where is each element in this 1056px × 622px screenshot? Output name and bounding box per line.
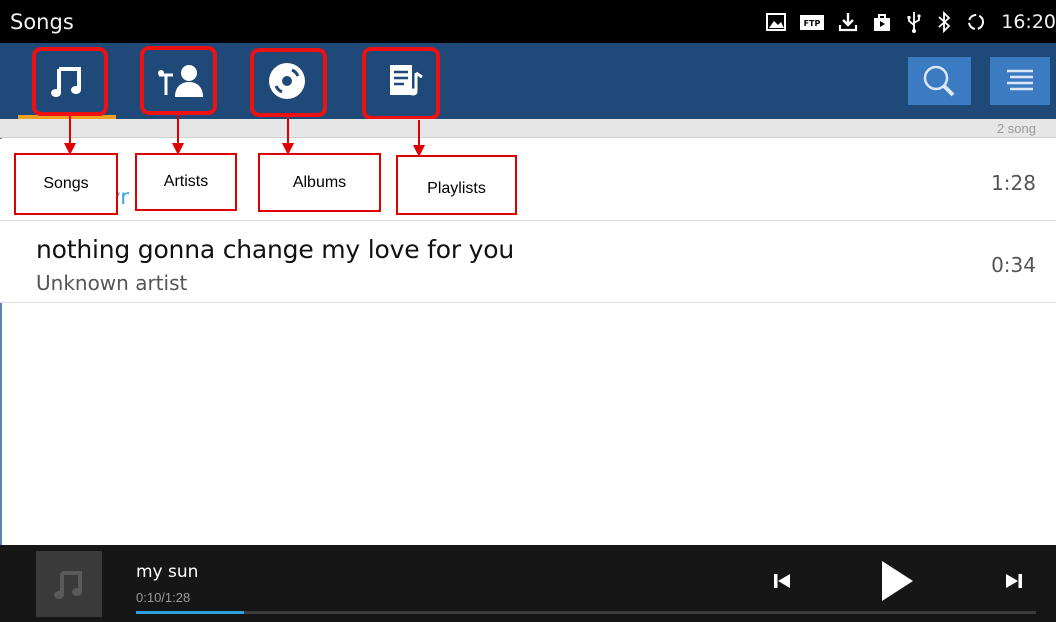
annotation-albums-label: Albums	[292, 173, 347, 191]
annotation-playlists: Playlists	[396, 155, 517, 215]
annotation-artists-label: Artists	[163, 173, 209, 190]
status-icons: FTP 16:20	[765, 9, 1056, 35]
now-playing-bar: my sun 0:10/1:28	[0, 545, 1056, 622]
tab-artists-highlight	[140, 46, 217, 115]
song-title: nothing gonna change my love for you	[36, 235, 514, 264]
play-icon	[882, 561, 913, 601]
tab-songs-highlight	[32, 47, 108, 116]
status-bar: Songs FTP 16:20	[0, 0, 1056, 43]
now-playing-time: 0:10/1:28	[136, 590, 191, 605]
annotation-songs: Songs	[14, 153, 118, 215]
song-row[interactable]: nothing gonna change my love for you Unk…	[0, 221, 1056, 303]
annotation-albums: Albums	[258, 153, 381, 212]
next-button[interactable]	[996, 559, 1032, 603]
skip-previous-icon	[774, 574, 790, 588]
progress-fill	[136, 611, 244, 614]
annotation-songs-label: Songs	[43, 175, 89, 192]
tab-albums-highlight	[250, 48, 327, 117]
menu-icon	[1007, 69, 1033, 91]
bluetooth-icon	[935, 10, 953, 34]
search-button[interactable]	[908, 57, 971, 105]
now-playing-title: my sun	[136, 562, 199, 582]
status-time: 16:20	[1001, 11, 1056, 33]
song-duration: 0:34	[991, 253, 1036, 277]
shopping-bag-icon	[871, 11, 893, 33]
download-icon	[837, 11, 859, 33]
annotation-artists: Artists	[135, 153, 237, 211]
ftp-icon: FTP	[799, 11, 825, 33]
sync-icon	[965, 11, 987, 33]
svg-text:FTP: FTP	[804, 19, 821, 28]
status-bar-title: Songs	[10, 10, 74, 34]
song-duration: 1:28	[991, 171, 1036, 195]
tab-playlists-highlight	[362, 47, 440, 120]
progress-bar[interactable]	[136, 611, 1036, 614]
play-button[interactable]	[870, 559, 920, 603]
song-count-strip: 2 song	[0, 119, 1056, 138]
annotation-playlists-label: Playlists	[427, 180, 486, 197]
search-icon	[923, 65, 955, 97]
image-icon	[765, 11, 787, 33]
menu-button[interactable]	[990, 57, 1050, 105]
usb-icon	[905, 11, 923, 33]
previous-button[interactable]	[764, 559, 800, 603]
song-artist: Unknown artist	[36, 271, 188, 295]
music-note-icon	[54, 571, 82, 599]
song-count: 2 song	[996, 121, 1036, 136]
album-art-thumbnail[interactable]	[36, 551, 102, 617]
skip-next-icon	[1006, 574, 1022, 588]
